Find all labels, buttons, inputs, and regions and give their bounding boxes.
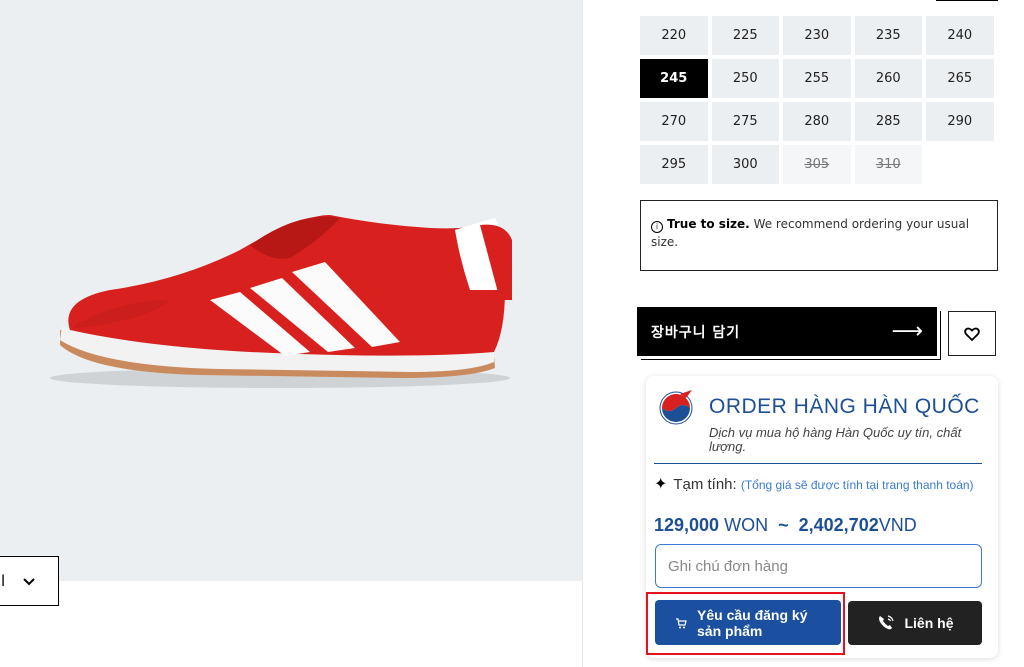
fit-note-bold: True to size. <box>667 217 750 231</box>
won-unit: WON <box>724 515 769 535</box>
product-page: l 220 225 230 235 240 245 250 255 260 265 270 275 28… <box>0 0 1024 667</box>
price-vnd: 2,402,702 <box>798 515 879 535</box>
vnd-unit: VND <box>878 515 917 535</box>
size-option-280[interactable]: 280 <box>783 102 851 141</box>
size-grid: 220 225 230 235 240 245 250 255 260 265 270 275 280 2… <box>640 16 1000 184</box>
size-option-245[interactable]: 245 <box>640 59 708 98</box>
size-option-235[interactable]: 235 <box>854 16 922 55</box>
estimate-label: Tạm tính: <box>673 476 737 493</box>
order-note-input[interactable] <box>655 544 982 588</box>
estimate-line: ✦ Tạm tính: (Tổng giá sẽ được tính tại t… <box>654 470 974 500</box>
size-option-295[interactable]: 295 <box>640 145 708 184</box>
contact-label: Liên hệ <box>904 615 954 631</box>
sparkle-icon: ✦ <box>654 476 668 493</box>
price-range: 129,000 WON ~ 2,402,702VND <box>654 515 917 536</box>
order-subtitle: Dịch vụ mua hộ hàng Hàn Quốc uy tín, chấ… <box>709 425 962 454</box>
heart-icon <box>964 327 980 341</box>
size-option-290[interactable]: 290 <box>926 102 994 141</box>
size-option-250[interactable]: 250 <box>711 59 779 98</box>
size-option-225[interactable]: 225 <box>711 16 779 55</box>
order-logo-icon <box>659 390 693 425</box>
size-option-270[interactable]: 270 <box>640 102 708 141</box>
size-option-305: 305 <box>783 145 851 184</box>
info-icon: i <box>651 221 663 233</box>
size-option-260[interactable]: 260 <box>854 59 922 98</box>
size-option-275[interactable]: 275 <box>711 102 779 141</box>
add-to-cart-label: 장바구니 담기 <box>651 324 741 341</box>
size-guide-link-underline[interactable] <box>936 0 998 1</box>
dropdown-value: l <box>1 572 6 590</box>
chevron-down-icon <box>23 578 35 586</box>
size-option-230[interactable]: 230 <box>783 16 851 55</box>
price-won: 129,000 <box>654 515 720 535</box>
image-footer <box>0 581 582 667</box>
arrow-right-icon: ⟶ <box>891 319 923 344</box>
fit-note: i True to size. We recommend ordering you… <box>640 200 998 271</box>
product-image <box>0 0 582 581</box>
add-to-cart-button[interactable]: 장바구니 담기 ⟶ <box>637 307 937 356</box>
order-title: ORDER HÀNG HÀN QUỐC <box>709 395 980 418</box>
divider <box>582 0 583 667</box>
size-option-310: 310 <box>854 145 922 184</box>
panel-divider <box>654 463 982 464</box>
estimate-hint: (Tổng giá sẽ được tính tại trang thanh t… <box>740 478 974 492</box>
phone-icon <box>879 615 895 630</box>
shoe-image <box>50 215 512 388</box>
size-option-285[interactable]: 285 <box>854 102 922 141</box>
price-tilde: ~ <box>778 515 789 535</box>
size-option-300[interactable]: 300 <box>711 145 779 184</box>
size-option-255[interactable]: 255 <box>783 59 851 98</box>
highlight-box <box>646 592 845 655</box>
contact-button[interactable]: Liên hệ <box>848 601 982 645</box>
size-option-240[interactable]: 240 <box>926 16 994 55</box>
gallery-dropdown[interactable]: l <box>0 556 59 606</box>
size-option-220[interactable]: 220 <box>640 16 708 55</box>
size-option-265[interactable]: 265 <box>926 59 994 98</box>
wishlist-button[interactable] <box>948 311 996 356</box>
